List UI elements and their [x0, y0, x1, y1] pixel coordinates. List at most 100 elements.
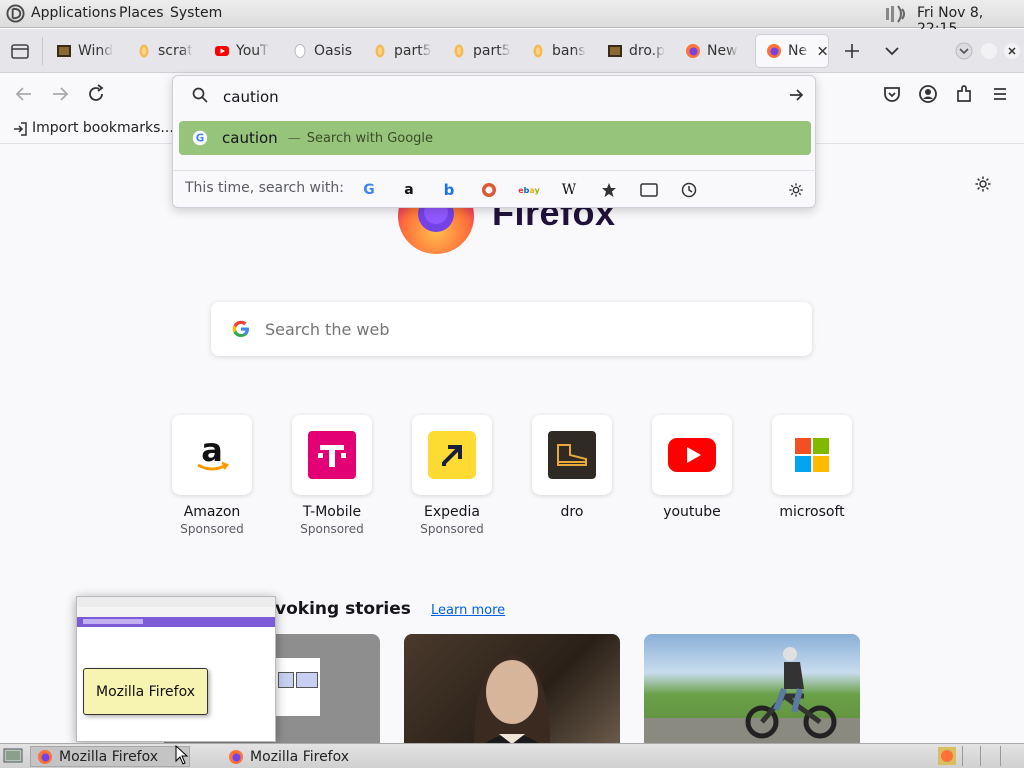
- engine-wikipedia-button[interactable]: W: [557, 178, 581, 202]
- google-g-icon: [232, 320, 249, 337]
- tab-label: Oasis: [314, 43, 353, 59]
- tab-part5-2[interactable]: part5: [441, 35, 519, 67]
- tab-label: YouT: [236, 43, 269, 59]
- workspace-1-icon[interactable]: [938, 747, 956, 765]
- film-strip-icon: [608, 45, 622, 57]
- tab-list-icon[interactable]: [10, 41, 30, 61]
- learn-more-link[interactable]: Learn more: [431, 603, 505, 618]
- pocket-icon[interactable]: [880, 82, 904, 106]
- shortcut-tmobile[interactable]: [292, 415, 372, 495]
- tab-scrat[interactable]: scrat: [126, 35, 204, 67]
- back-arrow-icon[interactable]: [12, 82, 36, 106]
- import-bookmarks-button[interactable]: Import bookmarks...: [32, 120, 174, 136]
- menu-places[interactable]: Places: [119, 5, 164, 21]
- tabs-search-button[interactable]: [637, 178, 661, 202]
- story-image-portrait: [474, 654, 550, 744]
- history-search-button[interactable]: [677, 178, 701, 202]
- taskbar-item-firefox-2[interactable]: Mozilla Firefox: [222, 746, 382, 767]
- coin-icon: [454, 44, 464, 58]
- svg-text:G: G: [196, 133, 205, 145]
- tab-bans[interactable]: bans: [520, 35, 598, 67]
- distro-logo-icon[interactable]: [6, 4, 25, 23]
- coin-icon: [533, 44, 543, 58]
- film-strip-icon: [57, 45, 71, 57]
- story-card[interactable]: [644, 634, 860, 744]
- gear-icon: [789, 183, 803, 197]
- tab-newtab-active[interactable]: Ne: [756, 35, 828, 67]
- sponsored-label: Sponsored: [180, 522, 244, 536]
- amazon-logo-icon: a: [197, 431, 229, 471]
- menu-applications[interactable]: Applications: [31, 5, 117, 21]
- web-search-input[interactable]: [263, 316, 783, 342]
- menu-system[interactable]: System: [170, 5, 222, 21]
- tab-label: bans: [552, 43, 586, 59]
- web-search-box[interactable]: [211, 302, 812, 356]
- microsoft-logo-icon: [795, 438, 829, 472]
- firefox-icon: [767, 44, 781, 58]
- story-card[interactable]: [404, 634, 620, 744]
- hamburger-menu-icon[interactable]: [988, 82, 1012, 106]
- shortcut-microsoft[interactable]: [772, 415, 852, 495]
- tab-youtube[interactable]: YouT: [204, 35, 282, 67]
- import-icon: [14, 122, 27, 136]
- new-tab-plus-icon[interactable]: [844, 43, 860, 59]
- tab-oasis[interactable]: Oasis: [282, 35, 362, 67]
- taskbar-item-firefox-1[interactable]: Mozilla Firefox: [30, 746, 190, 767]
- youtube-icon: [215, 46, 229, 56]
- ebay-icon: ebay: [518, 185, 540, 195]
- bookmarks-search-button[interactable]: [597, 178, 621, 202]
- tab-part5[interactable]: part5: [362, 35, 440, 67]
- minimize-icon[interactable]: [980, 42, 998, 60]
- firefox-icon: [686, 44, 700, 58]
- star-icon: [602, 183, 616, 197]
- taskbar-tooltip: Mozilla Firefox: [83, 668, 208, 715]
- settings-gear-icon[interactable]: [974, 175, 992, 193]
- close-icon[interactable]: [817, 45, 828, 57]
- firefox-icon: [38, 749, 52, 764]
- engine-bing-button[interactable]: b: [437, 178, 461, 202]
- tab-label: Ne: [788, 43, 808, 59]
- account-icon[interactable]: [916, 82, 940, 106]
- tab-wind[interactable]: Wind: [46, 35, 124, 67]
- search-settings-button[interactable]: [784, 178, 808, 202]
- firefox-icon: [229, 749, 243, 764]
- suggestion-separator: —: [287, 130, 301, 146]
- shortcut-title: Expedia: [424, 504, 480, 520]
- tab-icon: [640, 183, 658, 197]
- tab-label: scrat: [158, 43, 193, 59]
- engine-amazon-button[interactable]: a: [397, 178, 421, 202]
- shortcut-youtube[interactable]: [652, 415, 732, 495]
- svg-text:a: a: [201, 431, 223, 469]
- close-window-icon[interactable]: [1003, 42, 1021, 60]
- taskbar-item-label: Mozilla Firefox: [59, 748, 159, 765]
- volume-icon[interactable]: [884, 3, 910, 25]
- google-icon: G: [363, 182, 375, 198]
- reload-icon[interactable]: [84, 82, 108, 106]
- engine-duckduckgo-button[interactable]: [477, 178, 501, 202]
- shortcut-dro[interactable]: [532, 415, 612, 495]
- show-desktop-icon[interactable]: [3, 747, 23, 765]
- shortcut-title: dro: [560, 504, 584, 520]
- tab-label: New: [707, 43, 738, 59]
- forward-arrow-icon[interactable]: [48, 82, 72, 106]
- search-suggestion-row[interactable]: G caution — Search with Google: [179, 121, 811, 155]
- shortcut-title: T-Mobile: [302, 504, 362, 520]
- tab-dro[interactable]: dro.p: [597, 35, 675, 67]
- go-arrow-icon[interactable]: [787, 86, 805, 104]
- tmobile-logo-icon: [308, 431, 356, 479]
- tab-label: part5: [473, 43, 511, 59]
- engine-ebay-button[interactable]: ebay: [517, 178, 541, 202]
- story-image-ebike: [644, 647, 860, 744]
- urlbar-dropdown: G caution — Search with Google This time…: [172, 75, 817, 208]
- extensions-icon[interactable]: [952, 82, 976, 106]
- mouse-cursor-icon: [175, 745, 189, 765]
- chevron-down-icon[interactable]: [884, 44, 900, 58]
- shortcut-amazon[interactable]: a: [172, 415, 252, 495]
- shortcut-title: youtube: [663, 504, 721, 520]
- window-menu-icon[interactable]: [955, 42, 973, 60]
- shortcut-expedia[interactable]: [412, 415, 492, 495]
- tab-new[interactable]: New: [675, 35, 753, 67]
- one-off-search-bar: This time, search with: G a b ebay W: [173, 170, 817, 206]
- engine-google-button[interactable]: G: [357, 178, 381, 202]
- url-input[interactable]: [221, 84, 761, 110]
